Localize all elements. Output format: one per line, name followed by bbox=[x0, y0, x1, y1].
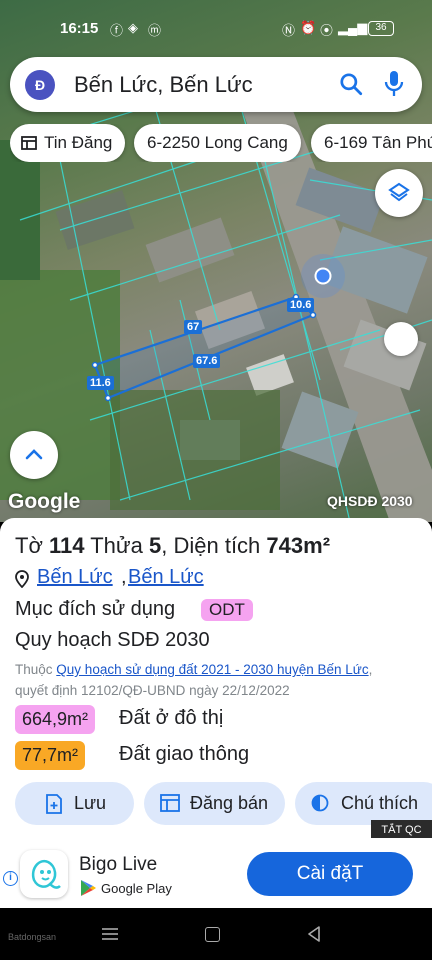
back-icon[interactable] bbox=[306, 926, 322, 942]
search-icon[interactable] bbox=[338, 71, 364, 97]
parcel-title: Tờ 114 Thửa 5, Diện tích 743m² bbox=[15, 533, 331, 558]
signal-icon: ▂▄▆ bbox=[338, 20, 368, 35]
sheet-label: Tờ bbox=[15, 533, 43, 558]
parcel-label: Thửa bbox=[90, 533, 143, 558]
install-button[interactable]: Cài đặT bbox=[247, 852, 413, 896]
avatar[interactable]: Đ bbox=[25, 70, 55, 100]
layers-icon bbox=[388, 182, 410, 202]
legend-icon bbox=[311, 794, 329, 812]
decision-text: quyết định 12102/QĐ-UBND ngày 22/12/2022 bbox=[15, 683, 290, 698]
google-logo: Google bbox=[8, 490, 81, 513]
save-icon bbox=[46, 794, 62, 814]
ad-info-icon[interactable]: i bbox=[3, 871, 18, 886]
watermark: Batdongsan bbox=[8, 932, 57, 942]
location-separator: , bbox=[121, 566, 127, 588]
area-label: Diện tích bbox=[173, 533, 261, 558]
map-view[interactable]: 10.6 67 67.6 11.6 16:15 ⓕ ◈ ⓜ Ⓝ ⏰ ⦿ ▂▄▆ … bbox=[0, 0, 432, 522]
app-icon bbox=[20, 850, 68, 898]
parcel-info-sheet: Tờ 114 Thửa 5, Diện tích 743m² Bến Lức ,… bbox=[0, 518, 432, 838]
dimension-label: 67.6 bbox=[193, 354, 221, 368]
dimension-label: 67 bbox=[184, 320, 203, 334]
close-ad-button[interactable]: TẮT QC bbox=[371, 820, 432, 840]
chip-label: 6-169 Tân Phú bbox=[324, 133, 432, 152]
legend-button[interactable]: Chú thích bbox=[295, 782, 432, 825]
expand-button[interactable] bbox=[10, 431, 58, 479]
battery-indicator: 36 bbox=[368, 21, 394, 36]
map-control-button[interactable] bbox=[384, 322, 418, 356]
listing-icon bbox=[21, 136, 37, 150]
location-link-district[interactable]: Bến Lức bbox=[37, 566, 113, 589]
bigo-mascot-icon bbox=[31, 859, 61, 889]
parcel-number: 5 bbox=[148, 533, 162, 558]
location-status-icon: ⦿ bbox=[320, 23, 334, 38]
note-prefix: Thuộc bbox=[15, 662, 53, 677]
purpose-badge: ODT bbox=[201, 599, 253, 621]
chip-label: Tin Đăng bbox=[44, 133, 113, 152]
area-badge: 664,9m² bbox=[15, 705, 96, 734]
facebook-icon: ⓕ bbox=[110, 23, 124, 38]
chip-tin-dang[interactable]: Tin Đăng bbox=[10, 124, 125, 162]
status-bar: 16:15 ⓕ ◈ ⓜ Ⓝ ⏰ ⦿ ▂▄▆ 36 bbox=[0, 0, 432, 56]
save-button[interactable]: Lưu bbox=[15, 782, 134, 825]
store-name: Google Play bbox=[101, 881, 172, 896]
plan-link[interactable]: Quy hoạch sử dụng đất 2021 - 2030 huyện … bbox=[56, 662, 368, 677]
area-type-label: Đất giao thông bbox=[119, 743, 250, 765]
messenger-icon: ⓜ bbox=[148, 23, 162, 38]
chip-row: Tin Đăng 6-2250 Long Cang 6-169 Tân Phú bbox=[10, 124, 432, 162]
search-bar[interactable]: Đ Bến Lức, Bến Lức bbox=[10, 57, 422, 112]
listing-button[interactable]: Đăng bán bbox=[144, 782, 285, 825]
layers-button[interactable] bbox=[375, 169, 423, 217]
area-value: 743m² bbox=[266, 533, 331, 558]
system-nav-bar: Batdongsan bbox=[0, 908, 432, 960]
home-icon[interactable] bbox=[205, 927, 220, 942]
sheet-number: 114 bbox=[49, 533, 85, 558]
search-query[interactable]: Bến Lức, Bến Lức bbox=[74, 72, 253, 98]
location-link-town[interactable]: Bến Lức bbox=[128, 566, 204, 589]
area-type-label: Đất ở đô thị bbox=[119, 707, 224, 729]
chip-tan-phu[interactable]: 6-169 Tân Phú bbox=[311, 124, 432, 162]
status-time: 16:15 bbox=[60, 20, 99, 37]
action-label: Lưu bbox=[74, 793, 107, 813]
planning-layer-label: QHSDĐ 2030 bbox=[327, 493, 413, 509]
action-label: Đăng bán bbox=[190, 793, 269, 813]
recent-apps-icon[interactable] bbox=[102, 927, 118, 941]
action-label: Chú thích bbox=[341, 793, 419, 813]
microphone-icon[interactable] bbox=[383, 70, 405, 98]
plan-label: Quy hoạch SDĐ 2030 bbox=[15, 629, 210, 651]
google-play-icon bbox=[81, 880, 96, 896]
purpose-label: Mục đích sử dụng bbox=[15, 598, 176, 620]
chip-label: 6-2250 Long Cang bbox=[147, 133, 288, 152]
ad-banner[interactable]: i Bigo Live Google Play Cài đặT bbox=[0, 838, 432, 908]
area-badge: 77,7m² bbox=[15, 741, 86, 770]
listing-icon bbox=[160, 794, 180, 812]
plan-note: Thuộc Quy hoạch sử dụng đất 2021 - 2030 … bbox=[15, 659, 427, 701]
dimension-label: 11.6 bbox=[87, 376, 114, 390]
dimension-label: 10.6 bbox=[287, 298, 315, 312]
chevron-up-icon bbox=[25, 449, 43, 460]
app-icon: ◈ bbox=[128, 20, 138, 35]
chip-long-cang[interactable]: 6-2250 Long Cang bbox=[134, 124, 301, 162]
action-row: Lưu Đăng bán Chú thích bbox=[0, 782, 432, 826]
location-pin-icon bbox=[15, 570, 29, 588]
alarm-icon: ⏰ bbox=[300, 20, 317, 35]
ad-app-name: Bigo Live bbox=[79, 854, 158, 875]
nfc-icon: Ⓝ bbox=[282, 23, 296, 38]
note-suffix: , bbox=[368, 662, 373, 677]
